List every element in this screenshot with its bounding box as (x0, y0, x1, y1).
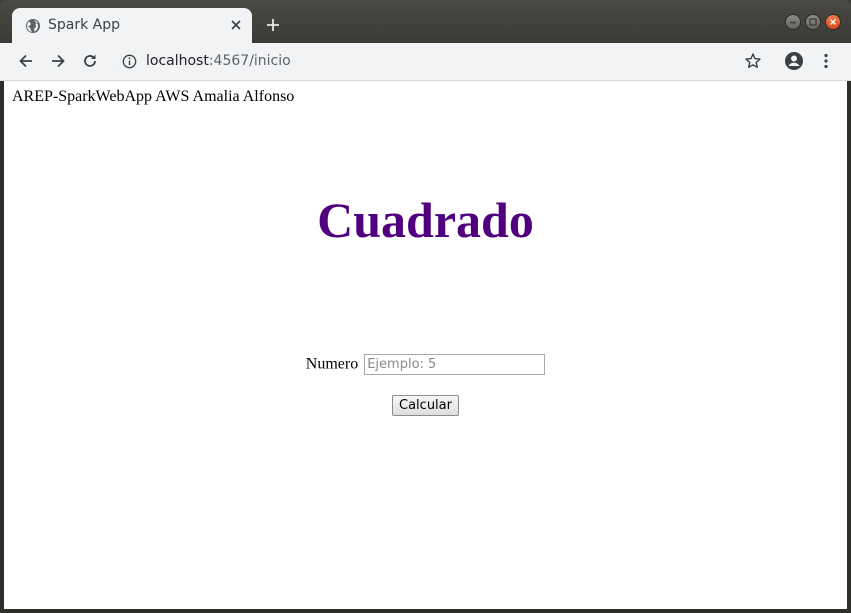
tab-title: Spark App (48, 17, 121, 33)
reload-icon[interactable] (80, 51, 100, 71)
close-icon[interactable] (228, 17, 244, 33)
number-form-row: Numero (4, 354, 847, 375)
page-title: Cuadrado (317, 192, 534, 248)
address-bar[interactable]: localhost:4567/inicio (112, 46, 780, 76)
back-icon[interactable] (16, 51, 36, 71)
menu-dots-icon[interactable] (816, 51, 836, 71)
url-text: localhost:4567/inicio (146, 53, 291, 69)
minimize-icon (790, 21, 796, 24)
minimize-button[interactable] (785, 14, 801, 30)
browser-window: Spark App localhost:4567/inicio AREP-Spa… (0, 0, 851, 613)
maximize-button[interactable] (805, 14, 821, 30)
number-label: Numero (305, 355, 359, 373)
window-frame-bottom (0, 609, 851, 613)
window-close-button[interactable] (825, 14, 841, 30)
calculate-button[interactable]: Calcular (392, 395, 459, 416)
account-icon[interactable] (784, 51, 804, 71)
forward-icon[interactable] (48, 51, 68, 71)
new-tab-icon[interactable] (264, 16, 282, 34)
url-host: localhost (146, 53, 209, 69)
url-path: :4567/inicio (208, 53, 291, 69)
maximize-icon (809, 18, 817, 26)
browser-toolbar: localhost:4567/inicio (0, 43, 851, 81)
close-icon (830, 19, 836, 25)
tab-strip: Spark App (0, 0, 851, 43)
info-icon[interactable] (122, 54, 137, 69)
window-controls (775, 14, 845, 32)
number-input[interactable] (364, 354, 546, 375)
page-viewport: AREP-SparkWebApp AWS Amalia Alfonso Cuad… (4, 81, 847, 609)
submit-row: Calcular (4, 394, 847, 416)
page-header-text: AREP-SparkWebApp AWS Amalia Alfonso (12, 88, 295, 105)
bookmark-star-icon[interactable] (744, 52, 762, 70)
globe-icon (26, 19, 40, 33)
browser-tab[interactable]: Spark App (12, 8, 252, 43)
